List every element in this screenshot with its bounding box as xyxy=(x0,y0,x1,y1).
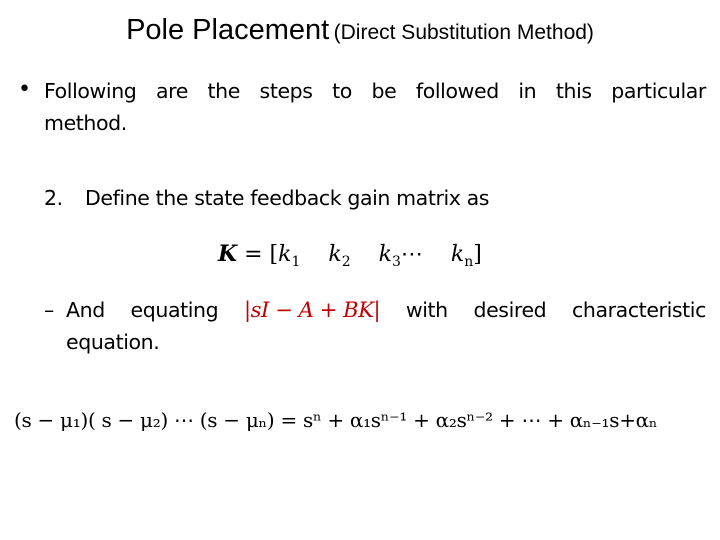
bullet-point-icon: • xyxy=(18,77,31,102)
title-subtitle: (Direct Substitution Method) xyxy=(333,21,594,44)
gain-matrix-equation: K = [k1 k2 k3⋯ kn] xyxy=(218,241,482,270)
matrix-element-var: k xyxy=(378,242,392,267)
close-bracket: ] xyxy=(473,242,482,267)
title-main: Pole Placement xyxy=(126,14,330,46)
intro-line-2: method. xyxy=(44,111,127,135)
word: followed xyxy=(415,79,499,103)
matrix-element-sub: n xyxy=(464,254,474,270)
matrix-symbol-k: K xyxy=(218,241,238,267)
equation-lhs: (s − μ₁)( s − μ₂) ⋯ (s − μₙ) xyxy=(14,408,275,432)
slide-title: Pole Placement (Direct Substitution Meth… xyxy=(0,14,720,47)
matrix-element-var: k xyxy=(328,242,342,267)
ellipsis: ⋯ xyxy=(400,242,423,267)
sub-bullet-dash-icon: – xyxy=(44,298,54,322)
word: to xyxy=(332,79,352,103)
highlight-expression: |sI − A + BK| xyxy=(243,298,381,322)
equating-line-2: equation. xyxy=(66,330,160,354)
word: particular xyxy=(611,79,706,103)
intro-line-1: Following are the steps to be followed i… xyxy=(44,79,706,103)
word: And xyxy=(66,298,105,322)
characteristic-equation: (s − μ₁)( s − μ₂) ⋯ (s − μₙ) = sⁿ + α₁sⁿ… xyxy=(14,408,658,432)
matrix-element-sub: 1 xyxy=(291,254,301,270)
word: in xyxy=(518,79,537,103)
step-number: 2. xyxy=(44,186,63,210)
word: Following xyxy=(44,79,137,103)
word: desired xyxy=(473,298,547,322)
word: with xyxy=(405,298,448,322)
word: be xyxy=(371,79,397,103)
word: characteristic xyxy=(572,298,706,322)
word: are xyxy=(155,79,188,103)
matrix-element-sub: 2 xyxy=(341,254,351,270)
step-text: Define the state feedback gain matrix as xyxy=(85,186,490,210)
equating-line-1: And equating |sI − A + BK| with desired … xyxy=(66,298,706,322)
matrix-element-var: k xyxy=(278,242,292,267)
equals-sign: = xyxy=(280,408,297,432)
word: steps xyxy=(259,79,313,103)
equals-bracket: = [ xyxy=(237,242,279,267)
matrix-element-sub: 3 xyxy=(391,254,401,270)
word: equating xyxy=(130,298,219,322)
word: this xyxy=(555,79,592,103)
equation-rhs: sⁿ + α₁sⁿ⁻¹ + α₂sⁿ⁻² + ⋯ + αₙ₋₁s+αₙ xyxy=(302,408,658,432)
matrix-element-var: k xyxy=(450,242,465,267)
word: the xyxy=(207,79,241,103)
